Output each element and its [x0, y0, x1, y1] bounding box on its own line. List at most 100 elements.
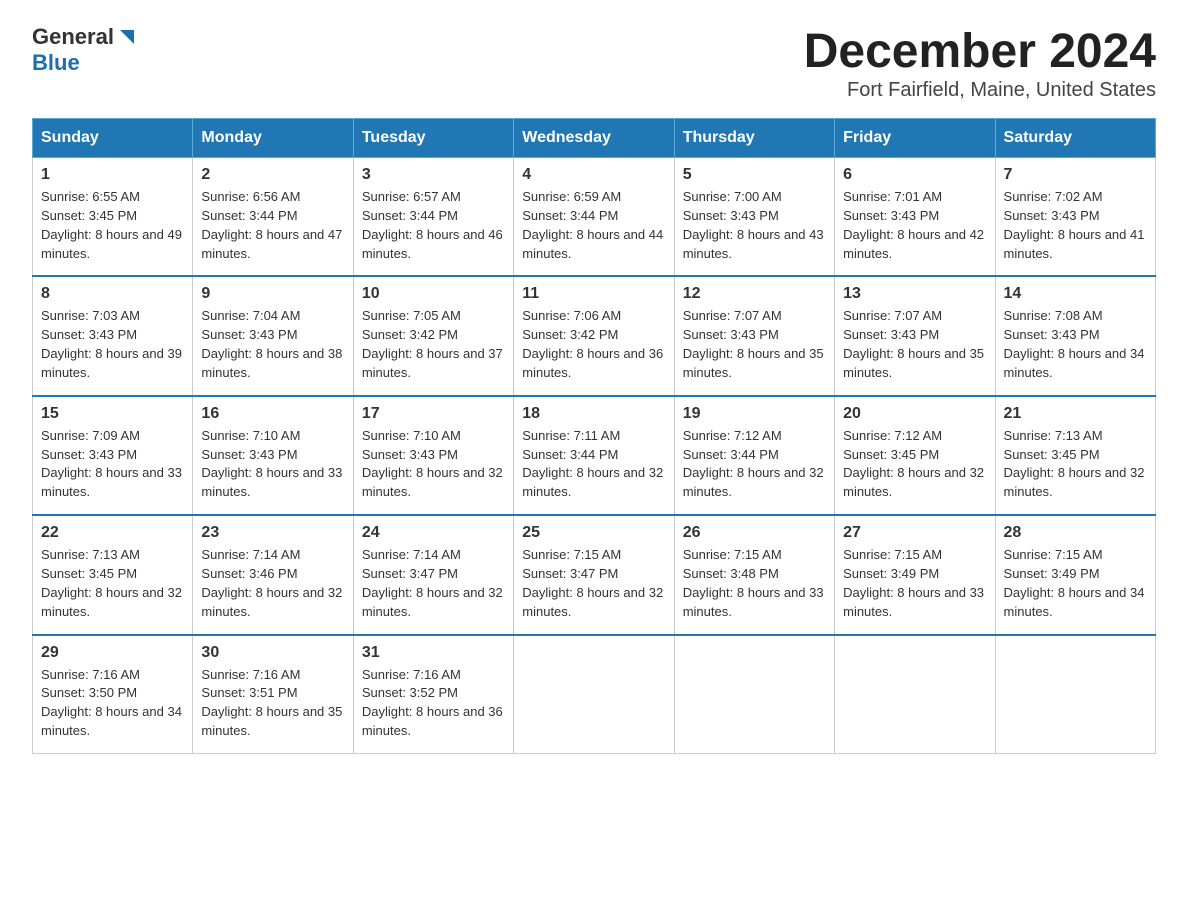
- day-info: Sunrise: 7:06 AMSunset: 3:42 PMDaylight:…: [522, 307, 665, 382]
- day-info: Sunrise: 7:16 AMSunset: 3:50 PMDaylight:…: [41, 666, 184, 741]
- calendar-cell: 23 Sunrise: 7:14 AMSunset: 3:46 PMDayligh…: [193, 515, 353, 634]
- day-number: 29: [41, 644, 184, 662]
- day-info: Sunrise: 6:59 AMSunset: 3:44 PMDaylight:…: [522, 188, 665, 263]
- weekday-header-row: SundayMondayTuesdayWednesdayThursdayFrid…: [33, 119, 1156, 158]
- calendar-week-row: 29 Sunrise: 7:16 AMSunset: 3:50 PMDayligh…: [33, 635, 1156, 754]
- day-info: Sunrise: 7:02 AMSunset: 3:43 PMDaylight:…: [1004, 188, 1147, 263]
- day-info: Sunrise: 7:15 AMSunset: 3:47 PMDaylight:…: [522, 546, 665, 621]
- calendar-cell: [674, 635, 834, 754]
- calendar-week-row: 22 Sunrise: 7:13 AMSunset: 3:45 PMDayligh…: [33, 515, 1156, 634]
- day-info: Sunrise: 7:04 AMSunset: 3:43 PMDaylight:…: [201, 307, 344, 382]
- day-info: Sunrise: 7:13 AMSunset: 3:45 PMDaylight:…: [1004, 427, 1147, 502]
- weekday-header-tuesday: Tuesday: [353, 119, 513, 158]
- title-block: December 2024 Fort Fairfield, Maine, Uni…: [804, 24, 1156, 102]
- day-number: 20: [843, 405, 986, 423]
- day-number: 23: [201, 524, 344, 542]
- day-number: 19: [683, 405, 826, 423]
- calendar-cell: 31Sunrise: 7:16 AMSunset: 3:52 PMDayligh…: [353, 635, 513, 754]
- day-info: Sunrise: 7:14 AMSunset: 3:47 PMDaylight:…: [362, 546, 505, 621]
- weekday-header-wednesday: Wednesday: [514, 119, 674, 158]
- calendar-cell: 8 Sunrise: 7:03 AMSunset: 3:43 PMDaylight…: [33, 276, 193, 395]
- day-info: Sunrise: 7:10 AMSunset: 3:43 PMDaylight:…: [201, 427, 344, 502]
- calendar-cell: [514, 635, 674, 754]
- day-info: Sunrise: 7:03 AMSunset: 3:43 PMDaylight:…: [41, 307, 184, 382]
- day-info: Sunrise: 7:12 AMSunset: 3:44 PMDaylight:…: [683, 427, 826, 502]
- calendar-cell: 6 Sunrise: 7:01 AMSunset: 3:43 PMDaylight…: [835, 158, 995, 277]
- calendar-cell: [835, 635, 995, 754]
- logo-blue-text: Blue: [32, 50, 80, 76]
- day-number: 1: [41, 166, 184, 184]
- day-number: 5: [683, 166, 826, 184]
- day-info: Sunrise: 7:07 AMSunset: 3:43 PMDaylight:…: [683, 307, 826, 382]
- day-number: 14: [1004, 285, 1147, 303]
- calendar-cell: 20 Sunrise: 7:12 AMSunset: 3:45 PMDayligh…: [835, 396, 995, 515]
- calendar-week-row: 1 Sunrise: 6:55 AMSunset: 3:45 PMDaylight…: [33, 158, 1156, 277]
- calendar-cell: 25 Sunrise: 7:15 AMSunset: 3:47 PMDayligh…: [514, 515, 674, 634]
- day-info: Sunrise: 7:09 AMSunset: 3:43 PMDaylight:…: [41, 427, 184, 502]
- calendar-cell: 27Sunrise: 7:15 AMSunset: 3:49 PMDayligh…: [835, 515, 995, 634]
- day-number: 26: [683, 524, 826, 542]
- weekday-header-monday: Monday: [193, 119, 353, 158]
- day-number: 17: [362, 405, 505, 423]
- calendar-table: SundayMondayTuesdayWednesdayThursdayFrid…: [32, 118, 1156, 754]
- day-number: 13: [843, 285, 986, 303]
- calendar-cell: 24 Sunrise: 7:14 AMSunset: 3:47 PMDayligh…: [353, 515, 513, 634]
- day-info: Sunrise: 7:00 AMSunset: 3:43 PMDaylight:…: [683, 188, 826, 263]
- day-number: 6: [843, 166, 986, 184]
- day-number: 10: [362, 285, 505, 303]
- calendar-cell: 21 Sunrise: 7:13 AMSunset: 3:45 PMDayligh…: [995, 396, 1155, 515]
- day-number: 27: [843, 524, 986, 542]
- calendar-cell: 26 Sunrise: 7:15 AMSunset: 3:48 PMDayligh…: [674, 515, 834, 634]
- day-info: Sunrise: 7:13 AMSunset: 3:45 PMDaylight:…: [41, 546, 184, 621]
- day-number: 25: [522, 524, 665, 542]
- weekday-header-sunday: Sunday: [33, 119, 193, 158]
- calendar-title: December 2024: [804, 24, 1156, 79]
- day-info: Sunrise: 7:14 AMSunset: 3:46 PMDaylight:…: [201, 546, 344, 621]
- day-number: 3: [362, 166, 505, 184]
- weekday-header-thursday: Thursday: [674, 119, 834, 158]
- day-number: 12: [683, 285, 826, 303]
- day-number: 11: [522, 285, 665, 303]
- day-number: 7: [1004, 166, 1147, 184]
- calendar-cell: 29 Sunrise: 7:16 AMSunset: 3:50 PMDayligh…: [33, 635, 193, 754]
- weekday-header-friday: Friday: [835, 119, 995, 158]
- day-number: 9: [201, 285, 344, 303]
- calendar-cell: 4 Sunrise: 6:59 AMSunset: 3:44 PMDaylight…: [514, 158, 674, 277]
- day-info: Sunrise: 6:55 AMSunset: 3:45 PMDaylight:…: [41, 188, 184, 263]
- day-number: 2: [201, 166, 344, 184]
- calendar-cell: 15Sunrise: 7:09 AMSunset: 3:43 PMDayligh…: [33, 396, 193, 515]
- weekday-header-saturday: Saturday: [995, 119, 1155, 158]
- day-number: 21: [1004, 405, 1147, 423]
- day-info: Sunrise: 7:15 AMSunset: 3:48 PMDaylight:…: [683, 546, 826, 621]
- day-number: 22: [41, 524, 184, 542]
- calendar-cell: 9 Sunrise: 7:04 AMSunset: 3:43 PMDaylight…: [193, 276, 353, 395]
- day-info: Sunrise: 7:05 AMSunset: 3:42 PMDaylight:…: [362, 307, 505, 382]
- logo-triangle-icon: [116, 26, 138, 48]
- day-info: Sunrise: 7:16 AMSunset: 3:52 PMDaylight:…: [362, 666, 505, 741]
- day-info: Sunrise: 7:07 AMSunset: 3:43 PMDaylight:…: [843, 307, 986, 382]
- day-info: Sunrise: 7:12 AMSunset: 3:45 PMDaylight:…: [843, 427, 986, 502]
- calendar-cell: 11 Sunrise: 7:06 AMSunset: 3:42 PMDayligh…: [514, 276, 674, 395]
- day-number: 8: [41, 285, 184, 303]
- calendar-cell: 19 Sunrise: 7:12 AMSunset: 3:44 PMDayligh…: [674, 396, 834, 515]
- day-info: Sunrise: 7:10 AMSunset: 3:43 PMDaylight:…: [362, 427, 505, 502]
- day-info: Sunrise: 6:56 AMSunset: 3:44 PMDaylight:…: [201, 188, 344, 263]
- calendar-cell: 28 Sunrise: 7:15 AMSunset: 3:49 PMDayligh…: [995, 515, 1155, 634]
- day-number: 24: [362, 524, 505, 542]
- calendar-cell: 17 Sunrise: 7:10 AMSunset: 3:43 PMDayligh…: [353, 396, 513, 515]
- calendar-week-row: 15Sunrise: 7:09 AMSunset: 3:43 PMDayligh…: [33, 396, 1156, 515]
- calendar-week-row: 8 Sunrise: 7:03 AMSunset: 3:43 PMDaylight…: [33, 276, 1156, 395]
- calendar-cell: 22 Sunrise: 7:13 AMSunset: 3:45 PMDayligh…: [33, 515, 193, 634]
- calendar-subtitle: Fort Fairfield, Maine, United States: [804, 79, 1156, 102]
- day-number: 30: [201, 644, 344, 662]
- calendar-cell: 16 Sunrise: 7:10 AMSunset: 3:43 PMDayligh…: [193, 396, 353, 515]
- calendar-cell: 7 Sunrise: 7:02 AMSunset: 3:43 PMDaylight…: [995, 158, 1155, 277]
- day-info: Sunrise: 7:01 AMSunset: 3:43 PMDaylight:…: [843, 188, 986, 263]
- day-info: Sunrise: 7:15 AMSunset: 3:49 PMDaylight:…: [1004, 546, 1147, 621]
- calendar-cell: 14Sunrise: 7:08 AMSunset: 3:43 PMDayligh…: [995, 276, 1155, 395]
- calendar-cell: 13 Sunrise: 7:07 AMSunset: 3:43 PMDayligh…: [835, 276, 995, 395]
- day-number: 4: [522, 166, 665, 184]
- calendar-cell: 2 Sunrise: 6:56 AMSunset: 3:44 PMDaylight…: [193, 158, 353, 277]
- day-number: 16: [201, 405, 344, 423]
- day-number: 28: [1004, 524, 1147, 542]
